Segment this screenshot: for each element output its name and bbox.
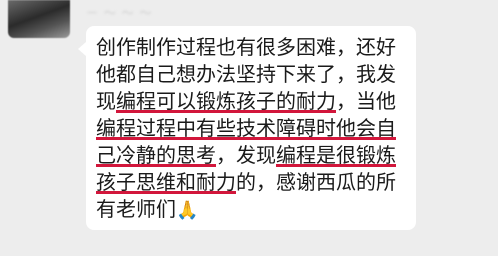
message-bubble[interactable]: 创作制作过程也有很多困难，还好他都自己想办法坚持下来了，我发现编程可以锻炼孩子的… — [78, 26, 416, 230]
sender-name: － ～ ～ ～ — [86, 6, 153, 20]
avatar[interactable] — [8, 0, 70, 38]
highlighted-phrase: 编程可以锻炼孩子的耐力 — [116, 89, 336, 113]
message-text: 创作制作过程也有很多困难，还好他都自己想办法坚持下来了，我发现编程可以锻炼孩子的… — [96, 34, 414, 224]
message-segment: ，当他 — [336, 89, 396, 113]
message-segment: ，发现 — [216, 143, 276, 167]
folded-hands-icon: 🙏 — [176, 200, 199, 221]
